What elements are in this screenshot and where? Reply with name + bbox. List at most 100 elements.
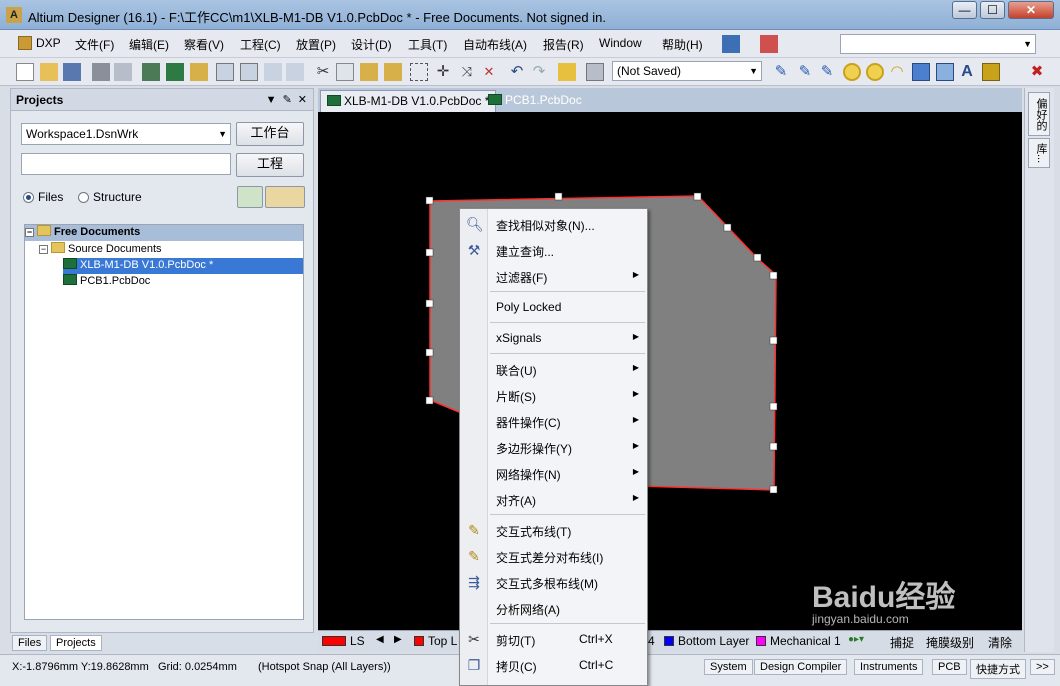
menu-tools[interactable]: 工具(T) bbox=[408, 36, 447, 53]
status-system-button[interactable]: System bbox=[704, 659, 753, 675]
via-icon[interactable] bbox=[866, 63, 884, 81]
polygon-icon[interactable] bbox=[936, 63, 954, 81]
text-icon[interactable]: A bbox=[958, 63, 976, 81]
pin-icon[interactable]: ✎ bbox=[283, 94, 292, 106]
select-area-icon[interactable] bbox=[410, 63, 428, 81]
tree-root[interactable]: − Free Documents bbox=[25, 225, 303, 241]
status-more-button[interactable]: >> bbox=[1030, 659, 1055, 675]
project-input[interactable] bbox=[21, 153, 231, 175]
menu-item-diff-pair-route[interactable]: ✎ 交互式差分对布线(I) bbox=[460, 543, 647, 569]
crossprobe-icon[interactable] bbox=[558, 63, 576, 81]
panel-close-icon[interactable]: ✕ bbox=[298, 94, 307, 106]
menu-item-find-similar[interactable]: 🔍︎ 查找相似对象(N)... bbox=[460, 211, 647, 237]
layer-view-icon[interactable]: ●▸▾ bbox=[848, 634, 864, 645]
maximize-button[interactable]: ☐ bbox=[980, 1, 1005, 19]
diff-route-icon[interactable]: ✎ bbox=[796, 63, 814, 81]
panel-menu-icon[interactable]: ▼ bbox=[266, 94, 277, 106]
tab-projects[interactable]: Projects bbox=[50, 635, 102, 651]
menu-item-filter[interactable]: 过滤器(F) ▶ bbox=[460, 263, 647, 289]
deselect-icon[interactable]: ⤨ bbox=[458, 63, 476, 81]
paste-icon[interactable] bbox=[360, 63, 378, 81]
menu-item-cut[interactable]: ✂ 剪切(T) Ctrl+X bbox=[460, 626, 647, 652]
menu-item-analyze-net[interactable]: 分析网络(A) bbox=[460, 595, 647, 621]
component-icon[interactable] bbox=[190, 63, 208, 81]
zoom-selected-icon[interactable] bbox=[264, 63, 282, 81]
workspace-select[interactable]: Workspace1.DsnWrk ▼ bbox=[21, 123, 231, 145]
close-button[interactable]: ✕ bbox=[1008, 1, 1054, 19]
menu-project[interactable]: 工程(C) bbox=[240, 36, 281, 53]
minimize-button[interactable]: — bbox=[952, 1, 977, 19]
tab-xlb-doc[interactable]: XLB-M1-DB V1.0.PcbDoc * bbox=[320, 90, 497, 112]
menu-autoroute[interactable]: 自动布线(A) bbox=[463, 36, 527, 53]
collapse-icon[interactable]: − bbox=[25, 228, 34, 237]
menu-item-interactive-route[interactable]: ✎ 交互式布线(T) bbox=[460, 517, 647, 543]
zoom-fit-icon[interactable] bbox=[216, 63, 234, 81]
3d-icon[interactable] bbox=[142, 63, 160, 81]
align-icon[interactable] bbox=[760, 35, 778, 53]
tree-file-pcb1[interactable]: PCB1.PcbDoc bbox=[63, 274, 303, 290]
structure-radio-label[interactable]: Structure bbox=[93, 190, 142, 204]
layer-scroll-right-icon[interactable]: ▶ bbox=[394, 634, 402, 645]
move-icon[interactable]: ✛ bbox=[434, 63, 452, 81]
open-icon[interactable] bbox=[40, 63, 58, 81]
mask-level-button[interactable]: 掩膜级别 bbox=[926, 634, 974, 651]
status-instruments-button[interactable]: Instruments bbox=[854, 659, 924, 675]
status-design-compiler-button[interactable]: Design Compiler bbox=[754, 659, 848, 675]
menu-item-component-actions[interactable]: 器件操作(C) ▶ bbox=[460, 408, 647, 434]
structure-radio[interactable] bbox=[78, 192, 89, 203]
tab-libraries[interactable]: 库... bbox=[1028, 138, 1050, 168]
snap-button[interactable]: 捕捉 bbox=[890, 634, 914, 651]
clear-filter-icon[interactable]: ✕ bbox=[480, 63, 498, 81]
save-state-combo[interactable]: (Not Saved) ▼ bbox=[612, 61, 762, 81]
tab-files[interactable]: Files bbox=[12, 635, 48, 651]
redo-icon[interactable]: ↷ bbox=[530, 63, 548, 81]
menu-item-copy[interactable]: ❐ 拷贝(C) Ctrl+C bbox=[460, 652, 647, 678]
collapse-icon[interactable]: − bbox=[39, 245, 48, 254]
clear-icon[interactable]: ✖ bbox=[1028, 63, 1046, 81]
component-place-icon[interactable] bbox=[982, 63, 1000, 81]
fill-icon[interactable] bbox=[912, 63, 930, 81]
layer-top[interactable]: Top L bbox=[414, 634, 457, 648]
arc-icon[interactable]: ◠ bbox=[888, 63, 906, 81]
wire-icon[interactable] bbox=[722, 35, 740, 53]
cut-icon[interactable]: ✂ bbox=[314, 63, 332, 81]
pad-icon[interactable] bbox=[843, 63, 861, 81]
menu-place[interactable]: 放置(P) bbox=[296, 36, 336, 53]
multi-route-icon[interactable]: ✎ bbox=[818, 63, 836, 81]
menu-item-polygon-actions[interactable]: 多边形操作(Y) ▶ bbox=[460, 434, 647, 460]
board-icon[interactable] bbox=[166, 63, 184, 81]
menu-file[interactable]: 文件(F) bbox=[75, 36, 114, 53]
pcb-canvas[interactable] bbox=[318, 112, 1022, 630]
menu-item-align[interactable]: 对齐(A) ▶ bbox=[460, 486, 647, 512]
project-options-icon[interactable] bbox=[265, 186, 305, 208]
route-icon[interactable]: ✎ bbox=[772, 63, 790, 81]
status-pcb-button[interactable]: PCB bbox=[932, 659, 967, 675]
menu-item-build-query[interactable]: ⚒ 建立查询... bbox=[460, 237, 647, 263]
rubber-stamp-icon[interactable] bbox=[384, 63, 402, 81]
filter-zoom-icon[interactable] bbox=[286, 63, 304, 81]
tab-favorites[interactable]: 偏好的 bbox=[1028, 92, 1050, 136]
tree-folder-source[interactable]: − Source Documents bbox=[39, 242, 303, 258]
new-icon[interactable] bbox=[16, 63, 34, 81]
tab-pcb1-doc[interactable]: PCB1.PcbDoc bbox=[482, 90, 588, 112]
status-shortcuts-button[interactable]: 快捷方式 bbox=[970, 659, 1026, 679]
layer-mechanical1[interactable]: Mechanical 1 bbox=[756, 634, 841, 648]
menu-item-union[interactable]: 联合(U) ▶ bbox=[460, 356, 647, 382]
project-button[interactable]: 工程 bbox=[236, 153, 304, 177]
print-icon[interactable] bbox=[92, 63, 110, 81]
save-icon[interactable] bbox=[63, 63, 81, 81]
undo-icon[interactable]: ↶ bbox=[508, 63, 526, 81]
menu-design[interactable]: 设计(D) bbox=[351, 36, 392, 53]
menu-item-multi-route[interactable]: ⇶ 交互式多根布线(M) bbox=[460, 569, 647, 595]
menu-item-xsignals[interactable]: xSignals ▶ bbox=[460, 325, 647, 351]
files-radio-label[interactable]: Files bbox=[38, 190, 63, 204]
layer-scroll-left-icon[interactable]: ◀ bbox=[376, 634, 384, 645]
menu-reports[interactable]: 报告(R) bbox=[543, 36, 584, 53]
menu-item-net-actions[interactable]: 网络操作(N) ▶ bbox=[460, 460, 647, 486]
menu-view[interactable]: 察看(V) bbox=[184, 36, 224, 53]
menu-item-poly-locked[interactable]: Poly Locked bbox=[460, 294, 647, 320]
layer-set-button[interactable]: LS bbox=[322, 634, 365, 648]
menu-edit[interactable]: 编辑(E) bbox=[129, 36, 169, 53]
menu-dxp[interactable]: DXP bbox=[18, 36, 61, 50]
browse-icon[interactable] bbox=[586, 63, 604, 81]
